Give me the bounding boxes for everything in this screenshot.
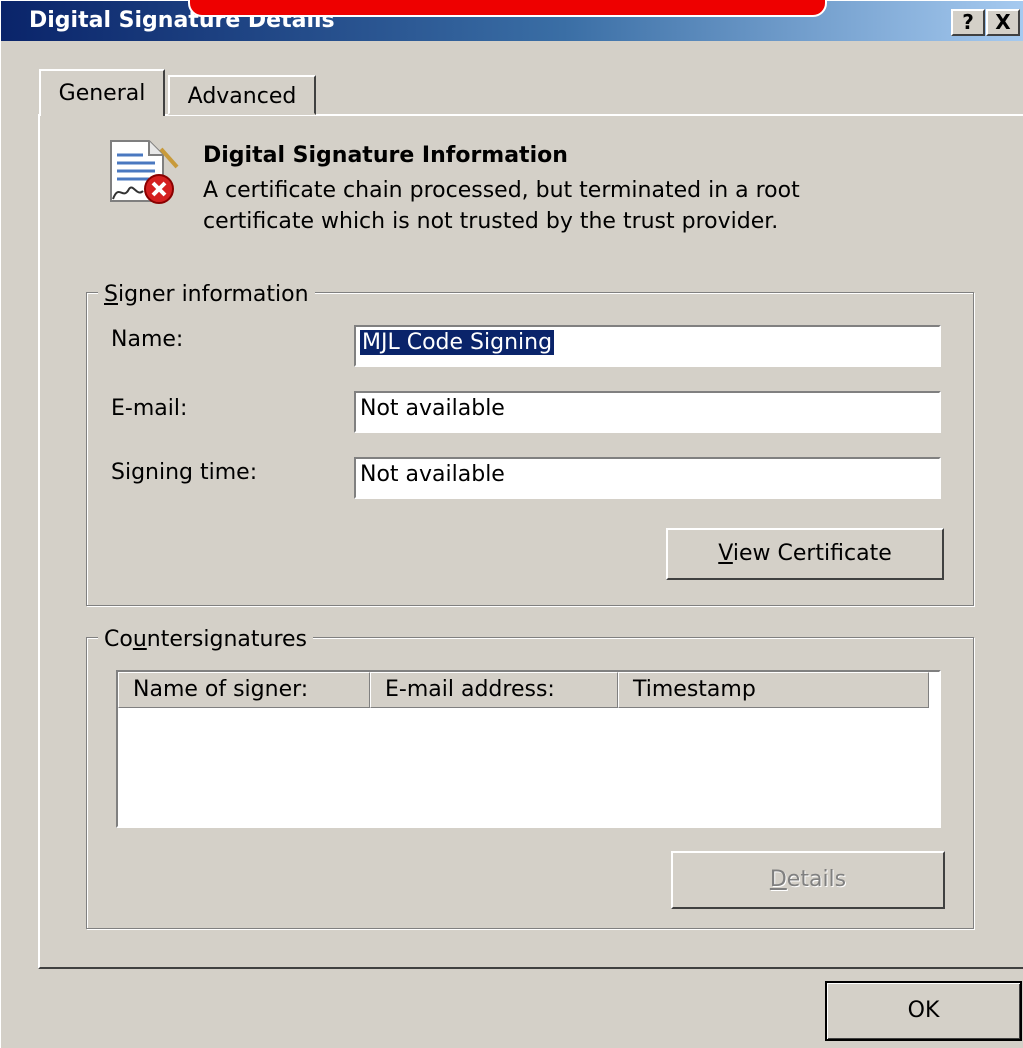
signer-info-legend: Signer information xyxy=(98,282,315,308)
countersignatures-list[interactable]: Name of signer: E-mail address: Timestam… xyxy=(116,670,941,828)
column-name-of-signer[interactable]: Name of signer: xyxy=(118,672,370,708)
info-line-1: A certificate chain processed, but termi… xyxy=(203,178,800,203)
certificate-error-icon xyxy=(110,140,179,204)
details-button[interactable]: Details xyxy=(671,851,945,909)
dialog-window: Digital Signature Details ? X General Ad… xyxy=(0,0,1023,1048)
help-button[interactable]: ? xyxy=(951,9,985,36)
close-button[interactable]: X xyxy=(986,9,1020,36)
email-field[interactable]: Not available xyxy=(354,391,941,433)
name-value: MJL Code Signing xyxy=(360,330,555,355)
view-certificate-button[interactable]: View Certificate xyxy=(666,528,944,580)
name-label: Name: xyxy=(111,327,184,352)
tab-advanced[interactable]: Advanced xyxy=(168,75,316,115)
column-timestamp[interactable]: Timestamp xyxy=(618,672,929,708)
signing-time-label: Signing time: xyxy=(111,460,258,485)
countersignatures-legend: Countersignatures xyxy=(98,627,314,653)
red-annotation-tab xyxy=(188,0,827,17)
ok-button[interactable]: OK xyxy=(825,981,1022,1041)
signing-time-field[interactable]: Not available xyxy=(354,457,941,499)
tab-general[interactable]: General xyxy=(39,69,165,116)
email-label: E-mail: xyxy=(111,396,188,421)
info-heading: Digital Signature Information xyxy=(203,143,568,168)
name-field[interactable]: MJL Code Signing xyxy=(354,325,941,367)
column-email-address[interactable]: E-mail address: xyxy=(370,672,618,708)
info-line-2: certificate which is not trusted by the … xyxy=(203,209,779,234)
